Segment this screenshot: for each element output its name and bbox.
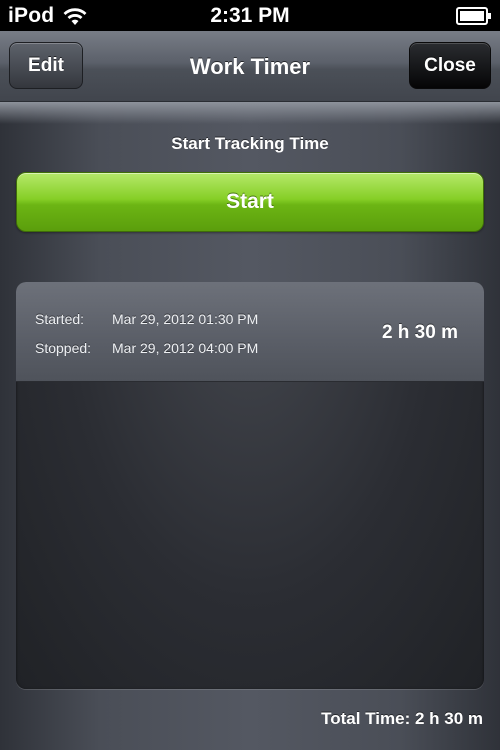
list-item[interactable]: Started: Mar 29, 2012 01:30 PM Stopped: Ma…: [16, 282, 484, 382]
battery-icon: [456, 6, 491, 25]
carrier-label: iPod: [8, 3, 55, 27]
start-button[interactable]: Start: [16, 172, 484, 232]
stopped-value: Mar 29, 2012 04:00 PM: [112, 340, 259, 356]
stopped-line: Stopped: Mar 29, 2012 04:00 PM: [35, 340, 258, 356]
started-value: Mar 29, 2012 01:30 PM: [112, 311, 259, 327]
wifi-icon: [63, 7, 87, 25]
total-time: Total Time: 2 h 30 m: [321, 709, 483, 728]
navigation-bar: Edit Work Timer Close: [0, 31, 500, 102]
started-line: Started: Mar 29, 2012 01:30 PM: [35, 311, 258, 327]
started-label: Started:: [35, 311, 85, 327]
main-content: Start Tracking Time Start Started: Mar 29…: [0, 102, 500, 750]
status-bar: iPod 2:31 PM: [0, 0, 500, 31]
top-shade: [0, 102, 500, 124]
time-log-list[interactable]: Started: Mar 29, 2012 01:30 PM Stopped: Ma…: [16, 282, 484, 689]
close-button[interactable]: Close: [409, 42, 491, 89]
entry-duration: 2 h 30 m: [381, 322, 458, 343]
section-label: Start Tracking Time: [171, 134, 329, 153]
status-left: iPod: [8, 4, 88, 28]
stopped-label: Stopped:: [35, 340, 92, 356]
